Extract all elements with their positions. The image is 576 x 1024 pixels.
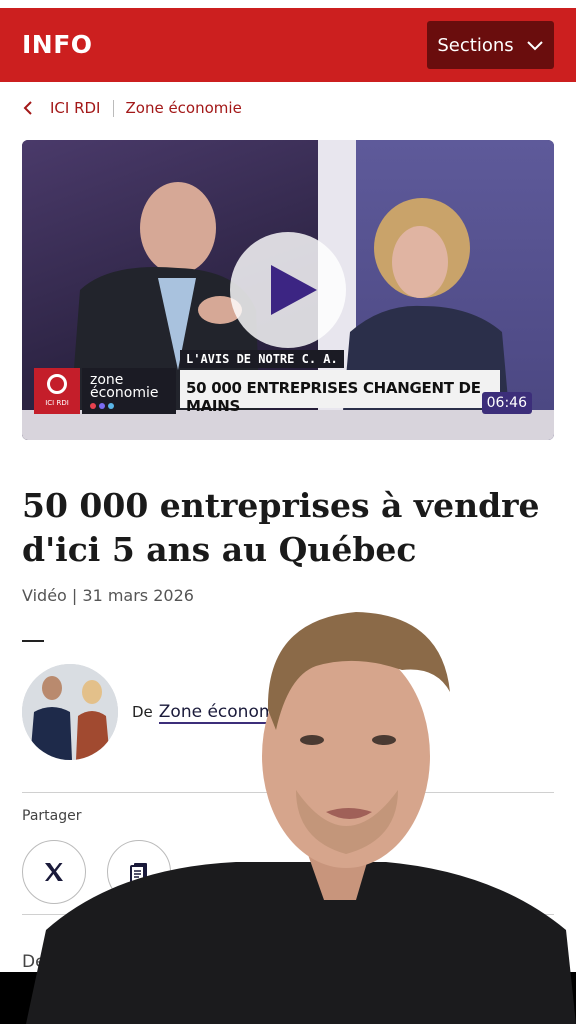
presenter-overlay	[26, 600, 576, 1024]
breadcrumb-item-ici-rdi[interactable]: ICI RDI	[50, 99, 101, 117]
play-icon	[271, 265, 317, 315]
news-desk	[22, 410, 554, 440]
video-player[interactable]: ICI RDI zone économie L'AVIS DE NOTRE C.…	[22, 140, 554, 440]
chevron-left-icon[interactable]	[22, 100, 34, 116]
radio-canada-gem-icon	[47, 374, 67, 394]
lower-third-tag: L'AVIS DE NOTRE C. A.	[180, 350, 344, 368]
video-duration: 06:46	[481, 392, 532, 414]
lower-third: ICI RDI zone économie L'AVIS DE NOTRE C.…	[34, 350, 500, 415]
chevron-down-icon	[526, 41, 543, 51]
article-title: 50 000 entreprises à vendre d'ici 5 ans …	[22, 486, 540, 569]
status-strip	[0, 0, 576, 8]
sections-button[interactable]: Sections	[427, 21, 554, 69]
breadcrumb: ICI RDI Zone économie	[22, 97, 242, 119]
brand-logo[interactable]: INFO	[22, 30, 93, 59]
site-header: INFO Sections	[0, 8, 576, 82]
show-dots	[90, 403, 168, 409]
sections-label: Sections	[437, 34, 514, 56]
breadcrumb-separator	[112, 99, 114, 117]
ici-rdi-logo: ICI RDI	[34, 368, 80, 414]
network-label: ICI RDI	[45, 399, 69, 407]
presenter-figure	[26, 612, 576, 1024]
show-name-line2: économie	[90, 385, 159, 401]
breadcrumb-item-zone-economie[interactable]: Zone économie	[126, 99, 242, 117]
show-badge: zone économie	[82, 368, 176, 414]
lower-third-headline: 50 000 ENTREPRISES CHANGENT DE MAINS	[180, 370, 500, 415]
play-button[interactable]	[230, 232, 346, 348]
